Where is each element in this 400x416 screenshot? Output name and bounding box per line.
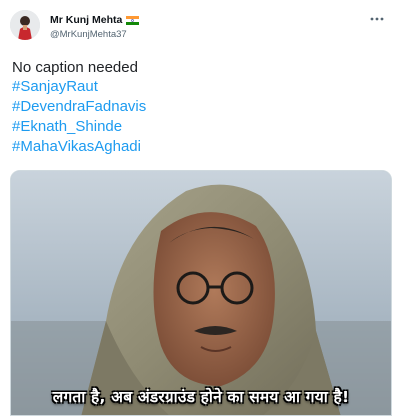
avatar[interactable] bbox=[10, 10, 40, 40]
avatar-image bbox=[10, 10, 40, 40]
hashtag-link[interactable]: #MahaVikasAghadi bbox=[12, 137, 382, 157]
hashtag-link[interactable]: #DevendraFadnavis bbox=[12, 97, 382, 117]
hashtag-link[interactable]: #SanjayRaut bbox=[12, 77, 382, 97]
author-names: Mr Kunj Mehta @MrKunjMehta37 bbox=[50, 13, 140, 40]
tweet-text: No caption needed #SanjayRaut #DevendraF… bbox=[12, 58, 382, 157]
hashtag-list: #SanjayRaut #DevendraFadnavis #Eknath_Sh… bbox=[12, 77, 382, 157]
tweet-header: Mr Kunj Mehta @MrKunjMehta37 bbox=[10, 10, 390, 50]
display-name[interactable]: Mr Kunj Mehta bbox=[50, 14, 122, 26]
author-handle[interactable]: @MrKunjMehta37 bbox=[50, 29, 139, 40]
hashtag-link[interactable]: #Eknath_Shinde bbox=[12, 117, 382, 137]
meme-photo bbox=[11, 171, 391, 415]
tweet-card: Mr Kunj Mehta @MrKunjMehta37 No caption … bbox=[0, 0, 400, 416]
tweet-caption: No caption needed bbox=[12, 59, 138, 76]
tweet-media[interactable]: लगता है, अब अंडरग्राउंड होने का समय आ गय… bbox=[10, 170, 392, 416]
display-name-row: Mr Kunj Mehta bbox=[50, 13, 140, 27]
india-flag-icon bbox=[126, 15, 140, 25]
more-options-icon[interactable] bbox=[368, 12, 386, 26]
meme-subtitle: लगता है, अब अंडरग्राउंड होने का समय आ गय… bbox=[52, 388, 350, 406]
